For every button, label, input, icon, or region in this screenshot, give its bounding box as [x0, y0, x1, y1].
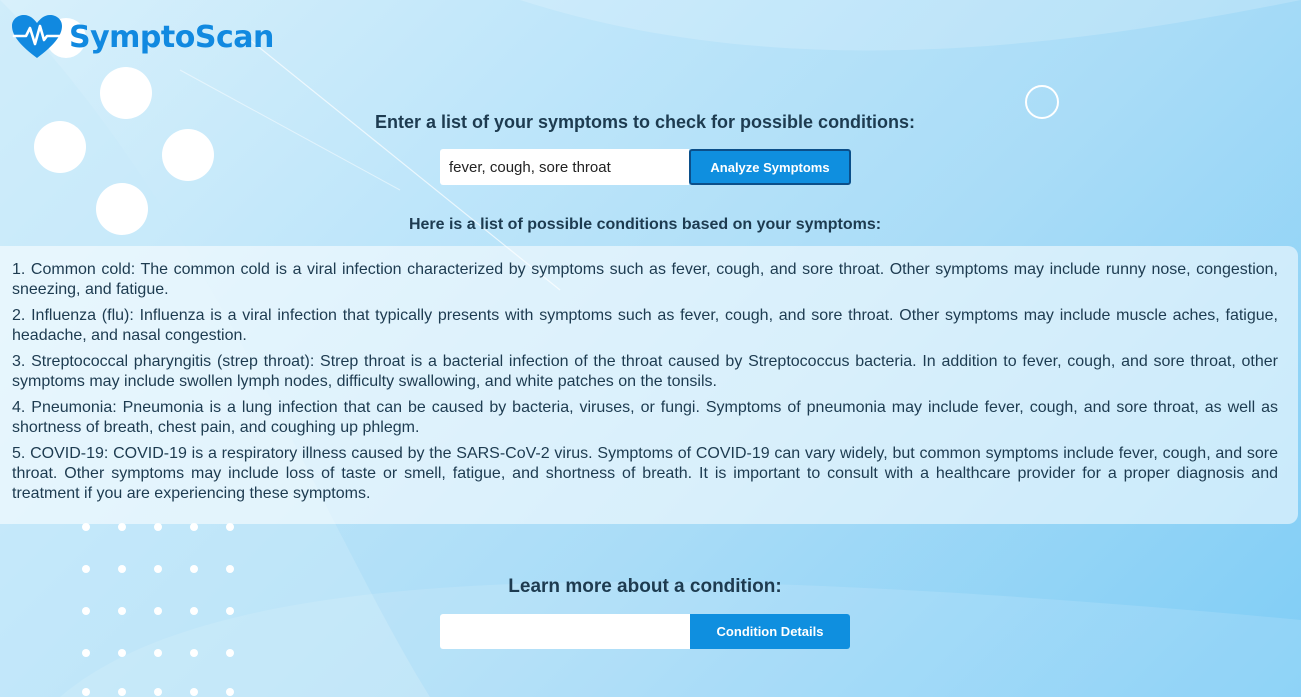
condition-input[interactable]: [440, 614, 690, 649]
symptoms-input[interactable]: [440, 149, 689, 185]
condition-lookup-heading: Learn more about a condition:: [508, 576, 782, 597]
condition-item: 1. Common cold: The common cold is a vir…: [12, 261, 1278, 298]
condition-lookup-row: Condition Details: [440, 614, 850, 649]
condition-item: 4. Pneumonia: Pneumonia is a lung infect…: [12, 399, 1278, 436]
condition-item: 2. Influenza (flu): Influenza is a viral…: [12, 307, 1278, 344]
condition-item: 5. COVID-19: COVID-19 is a respiratory i…: [12, 445, 1278, 502]
symptom-prompt-heading: Enter a list of your symptoms to check f…: [374, 112, 916, 132]
condition-details-button[interactable]: Condition Details: [690, 614, 850, 649]
results-heading: Here is a list of possible conditions ba…: [408, 216, 882, 233]
heart-pulse-icon: [12, 15, 62, 58]
results-panel: 1. Common cold: The common cold is a vir…: [0, 246, 1298, 524]
brand-name: SymptoScan: [69, 19, 274, 55]
symptom-search-row: Analyze Symptoms: [440, 149, 851, 185]
analyze-symptoms-button[interactable]: Analyze Symptoms: [689, 149, 851, 185]
condition-item: 3. Streptococcal pharyngitis (strep thro…: [12, 353, 1278, 390]
app-logo[interactable]: SymptoScan: [11, 14, 274, 60]
